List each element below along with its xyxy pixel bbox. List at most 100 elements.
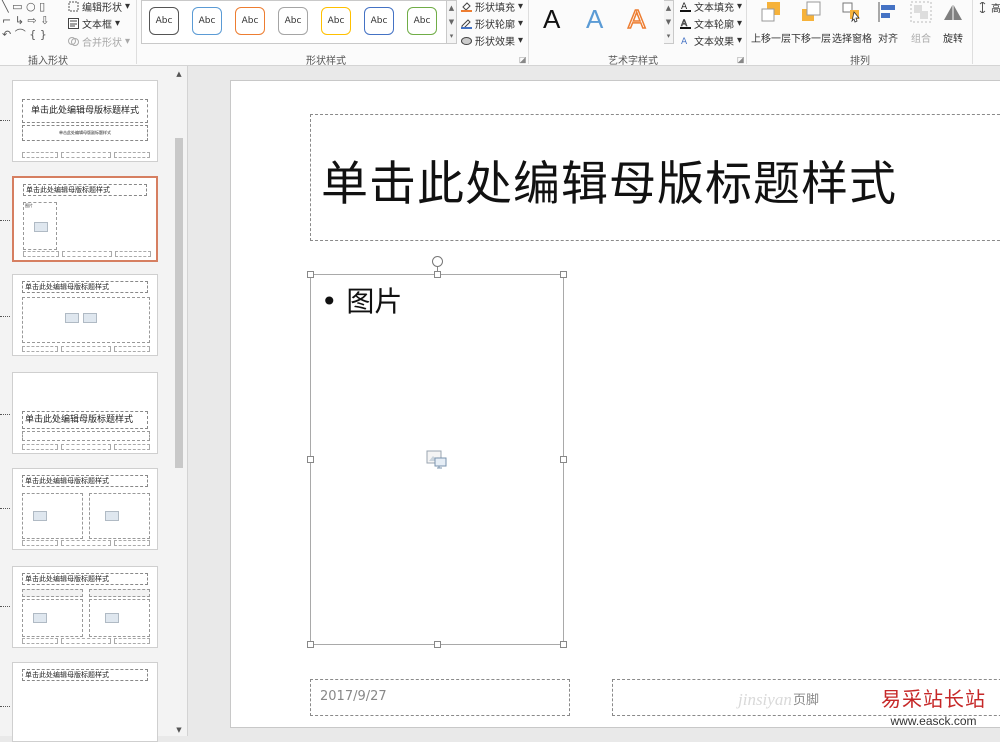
picture-icon	[65, 313, 79, 323]
slide-thumbnail-pane: 单击此处编辑母版标题样式 单击此处编辑母版副标题样式 单击此处编辑母版标题样式 …	[0, 66, 188, 742]
thumbnail-title: 单击此处编辑母版标题样式	[22, 573, 148, 585]
thumbnail-5[interactable]: 单击此处编辑母版标题样式	[12, 468, 158, 550]
align-button[interactable]: 对齐	[873, 0, 903, 45]
wordart-black[interactable]: A	[543, 4, 560, 35]
merge-shapes-label: 合并形状	[82, 38, 122, 49]
resize-handle[interactable]	[560, 271, 567, 278]
text-fill-label: 文本填充	[694, 3, 734, 14]
thumbnail-title: 单击此处编辑母版标题样式	[22, 281, 148, 293]
merge-shapes-button[interactable]: 合并形状 ▾	[68, 34, 130, 49]
text-fill-icon: A	[680, 2, 691, 12]
thumbnail-3[interactable]: 单击此处编辑母版标题样式	[12, 274, 158, 356]
thumbnail-title: 单击此处编辑母版标题样式	[22, 669, 148, 681]
thumbnail-subtitle: 单击此处编辑母版副标题样式	[22, 125, 148, 141]
resize-handle[interactable]	[560, 641, 567, 648]
placeholder-bullet-text: • 图片	[321, 285, 403, 318]
shape-fill-button[interactable]: 形状填充 ▾	[461, 0, 523, 14]
group-button[interactable]: 组合	[906, 0, 936, 45]
shape-style-4[interactable]: Abc	[278, 7, 308, 35]
thumbnail-title: 单击此处编辑母版标题样式	[22, 475, 148, 487]
align-label: 对齐	[878, 34, 898, 45]
selection-pane-label: 选择窗格	[832, 34, 872, 45]
watermark-brand: 易采站长站	[881, 687, 986, 711]
thumbnail-4[interactable]: 单击此处编辑母版标题样式	[12, 372, 158, 454]
thumbnail-title: 单击此处编辑母版标题样式	[23, 184, 147, 196]
group-icon	[910, 1, 932, 23]
thumbnail-2[interactable]: 单击此处编辑母版标题样式 图片	[12, 176, 158, 262]
resize-handle[interactable]	[560, 456, 567, 463]
bring-forward-button[interactable]: 上移一层	[751, 0, 791, 45]
wordart-orange[interactable]: A	[627, 3, 646, 35]
shape-palette[interactable]: ╲ ▭ ○ ▯ ⌐ ↳ ⇨ ⇩ ↶ ⌒ { }	[2, 0, 62, 42]
dialog-launcher-icon[interactable]: ◪	[519, 55, 527, 64]
rotate-icon	[944, 4, 962, 20]
gallery-scroll[interactable]: ▲ ▼ ▾	[447, 0, 457, 44]
scroll-down-icon[interactable]: ▼	[173, 724, 185, 736]
thumbnail-title: 单击此处编辑母版标题样式	[22, 99, 148, 123]
paint-bucket-icon	[461, 2, 472, 12]
thumbnail-6[interactable]: 单击此处编辑母版标题样式	[12, 566, 158, 648]
shape-effects-button[interactable]: 形状效果 ▾	[461, 33, 523, 48]
shape-style-gallery[interactable]: Abc Abc Abc Abc Abc Abc Abc	[141, 0, 447, 44]
scroll-up-icon[interactable]: ▲	[173, 68, 185, 80]
separator	[746, 0, 747, 64]
text-outline-button[interactable]: A 文本轮廓 ▾	[680, 16, 742, 31]
resize-handle[interactable]	[307, 271, 314, 278]
picture-icon	[83, 313, 97, 323]
send-backward-label: 下移一层	[791, 34, 831, 45]
wordart-group-label: 艺术字样式	[608, 56, 658, 67]
rotate-handle-icon[interactable]	[432, 256, 443, 267]
shape-outline-button[interactable]: 形状轮廓 ▾	[461, 16, 523, 31]
thumbnail-1[interactable]: 单击此处编辑母版标题样式 单击此处编辑母版副标题样式	[12, 80, 158, 162]
shape-style-3[interactable]: Abc	[235, 7, 265, 35]
rotate-button[interactable]: 旋转	[938, 0, 968, 45]
date-placeholder[interactable]: 2017/9/27	[310, 679, 570, 716]
picture-icon	[33, 511, 47, 521]
slide-title: 单击此处编辑母版标题样式	[321, 157, 897, 212]
insert-shapes-group-label: 插入形状	[28, 56, 68, 67]
text-box-label: 文本框	[82, 20, 112, 31]
text-effects-button[interactable]: A 文本效果 ▾	[680, 33, 742, 48]
picture-icon	[105, 511, 119, 521]
title-placeholder[interactable]: 单击此处编辑母版标题样式	[310, 114, 1000, 241]
shape-effects-label: 形状效果	[475, 37, 515, 48]
shape-outline-label: 形状轮廓	[475, 20, 515, 31]
selection-pane-button[interactable]: 选择窗格	[831, 0, 873, 45]
align-icon	[878, 2, 895, 22]
height-field[interactable]: 高	[977, 0, 1000, 15]
bring-forward-icon	[761, 2, 780, 22]
picture-icon	[34, 222, 48, 232]
wordart-blue[interactable]: A	[586, 4, 603, 35]
shape-style-5[interactable]: Abc	[321, 7, 351, 35]
resize-handle[interactable]	[307, 456, 314, 463]
resize-handle[interactable]	[307, 641, 314, 648]
shape-style-2[interactable]: Abc	[192, 7, 222, 35]
text-effects-icon: A	[681, 37, 688, 46]
scrollbar-thumb[interactable]	[175, 138, 183, 468]
resize-handle[interactable]	[434, 641, 441, 648]
slide-canvas[interactable]: 单击此处编辑母版标题样式 • 图片 2017/9/27 页脚	[230, 80, 1000, 728]
edit-shape-button[interactable]: 编辑形状 ▾	[68, 0, 130, 14]
text-box-button[interactable]: 文本框 ▾	[68, 16, 120, 31]
shape-style-1[interactable]: Abc	[149, 7, 179, 35]
send-backward-button[interactable]: 下移一层	[791, 0, 831, 45]
height-field-label: 高	[991, 4, 1000, 15]
more-icon: ▾	[449, 32, 454, 40]
resize-handle[interactable]	[434, 271, 441, 278]
dialog-launcher-icon[interactable]: ◪	[737, 55, 745, 64]
insert-picture-icon[interactable]	[426, 449, 448, 471]
watermark-url: www.easck.com	[890, 714, 977, 728]
thumbnail-bullet: 图片	[25, 203, 33, 208]
picture-placeholder[interactable]: • 图片	[307, 271, 567, 648]
group-label: 组合	[911, 34, 931, 45]
shape-fill-label: 形状填充	[475, 3, 515, 14]
separator	[972, 0, 973, 64]
shape-style-6[interactable]: Abc	[364, 7, 394, 35]
text-effects-label: 文本效果	[694, 37, 734, 48]
pencil-icon	[461, 19, 472, 29]
wordart-gallery-scroll[interactable]: ▲ ▼ ▾	[664, 0, 674, 44]
shape-style-7[interactable]: Abc	[407, 7, 437, 35]
thumbnail-7[interactable]: 单击此处编辑母版标题样式	[12, 662, 158, 742]
thumbnail-scrollbar[interactable]: ▲ ▼	[173, 66, 185, 736]
text-fill-button[interactable]: A 文本填充 ▾	[680, 0, 742, 14]
